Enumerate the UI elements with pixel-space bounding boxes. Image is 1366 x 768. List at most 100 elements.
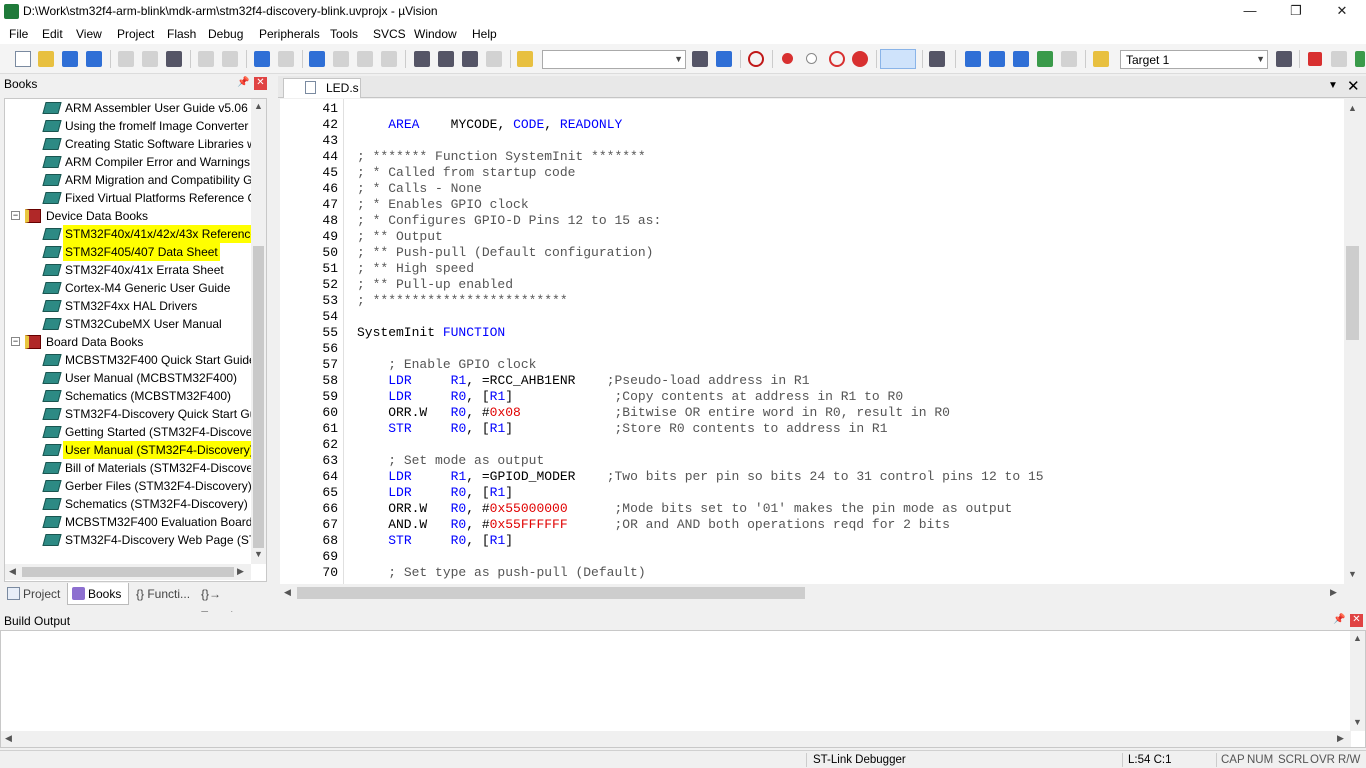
disable-all-breakpoints-icon[interactable] — [829, 51, 845, 67]
kill-all-breakpoints-icon[interactable] — [852, 51, 868, 67]
books-hscroll-thumb[interactable] — [22, 567, 234, 577]
scroll-right-icon[interactable]: ▶ — [1330, 587, 1337, 598]
breakpoint-icon[interactable] — [782, 53, 793, 64]
tree-book-item[interactable]: STM32F4-Discovery Quick Start Gui — [5, 405, 259, 423]
code-line[interactable]: ; ** Output — [357, 229, 443, 245]
tree-book-item[interactable]: User Manual (STM32F4-Discovery) — [5, 441, 256, 459]
navigate-back-icon[interactable] — [254, 51, 270, 67]
menu-edit[interactable]: Edit — [42, 27, 63, 41]
prev-bookmark-icon[interactable] — [333, 51, 349, 67]
save-all-icon[interactable] — [86, 51, 102, 67]
code-line[interactable]: ; ******* Function SystemInit ******* — [357, 149, 646, 165]
new-file-icon[interactable] — [15, 51, 31, 67]
code-line[interactable]: LDR R0, [R1] ;Copy contents at address i… — [357, 389, 903, 405]
editor-scroll-thumb[interactable] — [1346, 246, 1359, 340]
close-icon[interactable]: ✕ — [1350, 614, 1363, 627]
books-scroll-thumb[interactable] — [253, 246, 264, 548]
code-line[interactable]: AND.W R0, #0x55FFFFFF ;OR and AND both o… — [357, 517, 950, 533]
close-button[interactable]: ✕ — [1319, 0, 1365, 24]
menu-project[interactable]: Project — [117, 27, 154, 41]
code-line[interactable]: ; * Configures GPIO-D Pins 12 to 15 as: — [357, 213, 661, 229]
target-select[interactable]: Target 1 ▼ — [1120, 50, 1268, 69]
tree-book-item[interactable]: Fixed Virtual Platforms Reference G — [5, 189, 257, 207]
batch-build-icon[interactable] — [1037, 51, 1053, 67]
manage-run-time-environment-icon[interactable] — [1308, 52, 1322, 66]
code-line[interactable]: STR R0, [R1] — [357, 533, 513, 549]
scroll-down-icon[interactable]: ▼ — [1353, 717, 1362, 727]
disable-breakpoint-icon[interactable] — [806, 53, 817, 64]
tab-project[interactable]: Project — [3, 583, 67, 605]
scroll-right-icon[interactable]: ▶ — [237, 566, 244, 577]
rebuild-icon[interactable] — [1013, 51, 1029, 67]
close-icon[interactable]: ✕ — [254, 77, 267, 90]
stop-build-icon[interactable] — [1061, 51, 1077, 67]
open-folder-icon[interactable] — [38, 51, 54, 67]
comment-icon[interactable] — [462, 51, 478, 67]
select-packs-icon[interactable] — [1331, 51, 1347, 67]
scroll-up-icon[interactable]: ▲ — [254, 101, 263, 111]
tree-book-item[interactable]: Gerber Files (STM32F4-Discovery) — [5, 477, 253, 495]
clear-bookmarks-icon[interactable] — [381, 51, 397, 67]
tree-book-item[interactable]: ARM Assembler User Guide v5.06 fo — [5, 99, 261, 117]
code-line[interactable]: ; ** Push-pull (Default configuration) — [357, 245, 653, 261]
tree-book-item[interactable]: STM32F4xx HAL Drivers — [5, 297, 253, 315]
find-combo[interactable]: ▼ — [542, 50, 686, 69]
menu-svcs[interactable]: SVCS — [373, 27, 406, 41]
menu-file[interactable]: File — [9, 27, 28, 41]
code-line[interactable]: ; Set mode as output — [357, 453, 544, 469]
scroll-right-icon[interactable]: ▶ — [1337, 733, 1344, 744]
cut-icon[interactable] — [118, 51, 134, 67]
find-in-files-icon[interactable] — [517, 51, 533, 67]
translate-icon[interactable] — [965, 51, 981, 67]
tree-book-item[interactable]: Schematics (STM32F4-Discovery) — [5, 495, 253, 513]
code-line[interactable]: ; ** Pull-up enabled — [357, 277, 513, 293]
code-line[interactable]: ; ************************* — [357, 293, 568, 309]
code-line[interactable]: ; ** High speed — [357, 261, 474, 277]
tree-book-item[interactable]: Cortex-M4 Generic User Guide — [5, 279, 253, 297]
undo-icon[interactable] — [198, 51, 214, 67]
options-for-target-icon[interactable] — [1276, 51, 1292, 67]
save-icon[interactable] — [62, 51, 78, 67]
scroll-down-icon[interactable]: ▼ — [1348, 569, 1357, 579]
tree-book-item[interactable]: Bill of Materials (STM32F4-Discover — [5, 459, 257, 477]
menu-window[interactable]: Window — [414, 27, 457, 41]
menu-flash[interactable]: Flash — [167, 27, 196, 41]
menu-tools[interactable]: Tools — [330, 27, 358, 41]
tree-book-item[interactable]: STM32F40x/41x Errata Sheet — [5, 261, 253, 279]
menu-view[interactable]: View — [76, 27, 102, 41]
scroll-up-icon[interactable]: ▲ — [1348, 103, 1357, 113]
code-line[interactable]: LDR R1, =GPIOD_MODER ;Two bits per pin s… — [357, 469, 1043, 485]
scroll-down-icon[interactable]: ▼ — [254, 549, 263, 559]
code-line[interactable]: AREA MYCODE, CODE, READONLY — [357, 117, 622, 133]
tree-book-item[interactable]: User Manual (MCBSTM32F400) — [5, 369, 253, 387]
code-line[interactable]: SystemInit FUNCTION — [357, 325, 505, 341]
close-icon[interactable]: ✕ — [1347, 77, 1360, 95]
scroll-left-icon[interactable]: ◀ — [5, 733, 12, 744]
paste-icon[interactable] — [166, 51, 182, 67]
code-line[interactable]: ; * Calls - None — [357, 181, 482, 197]
configure-icon[interactable] — [929, 51, 945, 67]
copy-icon[interactable] — [142, 51, 158, 67]
bookmark-icon[interactable] — [309, 51, 325, 67]
editor-hscroll-thumb[interactable] — [297, 587, 805, 599]
collapse-icon[interactable]: − — [11, 211, 20, 220]
tab-templates[interactable]: {}→ Templa... — [197, 583, 269, 623]
editor-tab-led-s[interactable]: LED.s — [283, 78, 361, 98]
tree-book-item[interactable]: STM32F4-Discovery Web Page (STM — [5, 531, 266, 549]
minimize-button[interactable]: — — [1227, 0, 1273, 24]
tree-book-item[interactable]: Creating Static Software Libraries w — [5, 135, 256, 153]
code-line[interactable]: STR R0, [R1] ;Store R0 contents to addre… — [357, 421, 887, 437]
menu-debug[interactable]: Debug — [208, 27, 243, 41]
build-vertical-scrollbar[interactable]: ▲ ▼ — [1350, 631, 1365, 731]
maximize-button[interactable]: ❐ — [1273, 0, 1319, 24]
code-line[interactable]: ; Set type as push-pull (Default) — [357, 565, 645, 581]
code-line[interactable]: ; * Enables GPIO clock — [357, 197, 529, 213]
code-line[interactable]: ORR.W R0, #0x55000000 ;Mode bits set to … — [357, 501, 1012, 517]
collapse-icon[interactable]: − — [11, 337, 20, 346]
tree-book-item[interactable]: MCBSTM32F400 Evaluation Board W — [5, 513, 266, 531]
tab-books[interactable]: Books — [67, 583, 129, 605]
tree-book-item[interactable]: Getting Started (STM32F4-Discover — [5, 423, 256, 441]
menu-help[interactable]: Help — [472, 27, 497, 41]
unindent-icon[interactable] — [438, 51, 454, 67]
tree-book-item[interactable]: STM32F40x/41x/42x/43x Reference I — [5, 225, 266, 243]
